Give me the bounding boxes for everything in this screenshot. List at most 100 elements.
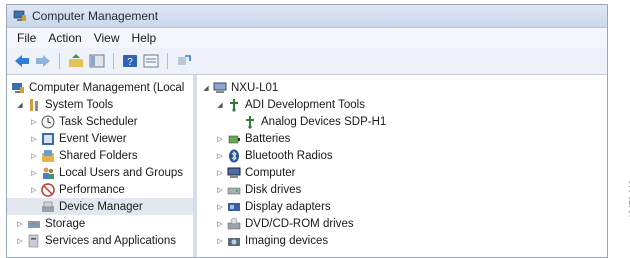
expand-toggle-icon[interactable]: ▷: [29, 152, 39, 160]
device-node-imaging-devices[interactable]: ▷ Imaging devices: [197, 232, 607, 249]
expand-toggle-icon[interactable]: ▷: [29, 186, 39, 194]
device-node-label: DVD/CD-ROM drives: [245, 217, 354, 230]
device-node-computer[interactable]: ▷ Computer: [197, 164, 607, 181]
computer-icon: [213, 81, 227, 95]
help-icon[interactable]: ?: [121, 52, 139, 70]
menu-file[interactable]: File: [11, 31, 42, 45]
tree-item-device-manager[interactable]: Device Manager: [7, 198, 193, 215]
services-icon: [27, 234, 41, 248]
tree-item-label: Storage: [45, 217, 86, 230]
usb-device-icon: [227, 98, 241, 112]
expand-toggle-icon[interactable]: ◢: [215, 101, 225, 109]
tree-item-label: Services and Applications: [45, 234, 177, 247]
tree-item-label: Device Manager: [59, 200, 143, 213]
tree-item-shared-folders[interactable]: ▷ Shared Folders: [7, 147, 193, 164]
toolbar-separator: [113, 53, 114, 69]
device-node-label: Analog Devices SDP-H1: [261, 115, 387, 128]
device-node-analog-devices-sdp-h1[interactable]: Analog Devices SDP-H1: [197, 113, 607, 130]
tree-item-label: Task Scheduler: [59, 115, 138, 128]
tree-item-storage[interactable]: ▷ Storage: [7, 215, 193, 232]
device-node-dvd-cd-rom-drives[interactable]: ▷ DVD/CD-ROM drives: [197, 215, 607, 232]
menu-view[interactable]: View: [88, 31, 126, 45]
display-adapter-icon: [227, 200, 241, 214]
computer-icon: [227, 166, 241, 180]
navigation-pane[interactable]: Computer Management (Local ◢ System Tool…: [7, 75, 197, 257]
tree-item-system-tools[interactable]: ◢ System Tools: [7, 96, 193, 113]
device-manager-icon: [41, 200, 55, 214]
device-tree-pane[interactable]: ◢ NXU-L01 ◢ ADI Development Tools Analog…: [197, 75, 607, 257]
tree-item-label: System Tools: [45, 98, 114, 111]
event-viewer-icon: [41, 132, 55, 146]
tree-item-services-and-applications[interactable]: ▷ Services and Applications: [7, 232, 193, 249]
up-folder-icon[interactable]: [67, 52, 85, 70]
menu-action[interactable]: Action: [42, 31, 87, 45]
storage-icon: [27, 217, 41, 231]
device-node-disk-drives[interactable]: ▷ Disk drives: [197, 181, 607, 198]
expand-toggle-icon[interactable]: ▷: [29, 135, 39, 143]
expand-toggle-icon[interactable]: ◢: [201, 84, 211, 92]
tree-item-task-scheduler[interactable]: ▷ Task Scheduler: [7, 113, 193, 130]
tree-item-label: Event Viewer: [59, 132, 127, 145]
device-node-bluetooth-radios[interactable]: ▷ Bluetooth Radios: [197, 147, 607, 164]
battery-icon: [227, 132, 241, 146]
main-panes: Computer Management (Local ◢ System Tool…: [7, 75, 607, 257]
usb-device-icon: [243, 115, 257, 129]
system-tools-icon: [27, 98, 41, 112]
forward-arrow-icon[interactable]: [34, 52, 52, 70]
computer-management-window: Computer Management File Action View Hel…: [6, 4, 608, 258]
bluetooth-icon: [227, 149, 241, 163]
device-node-label: Imaging devices: [245, 234, 329, 247]
svg-text:?: ?: [127, 57, 133, 68]
back-arrow-icon[interactable]: [13, 52, 31, 70]
tree-item-computer-management[interactable]: Computer Management (Local: [7, 79, 193, 96]
device-node-label: Display adapters: [245, 200, 331, 213]
title-bar[interactable]: Computer Management: [7, 5, 607, 28]
device-node-display-adapters[interactable]: ▷ Display adapters: [197, 198, 607, 215]
expand-toggle-icon[interactable]: ▷: [215, 186, 225, 194]
expand-toggle-icon[interactable]: ▷: [215, 220, 225, 228]
device-node-label: Batteries: [245, 132, 291, 145]
expand-toggle-icon[interactable]: ▷: [215, 203, 225, 211]
expand-toggle-icon[interactable]: ▷: [215, 152, 225, 160]
disk-drive-icon: [227, 183, 241, 197]
properties-icon[interactable]: [142, 52, 160, 70]
tree-item-label: Performance: [59, 183, 125, 196]
toolbar-separator: [167, 53, 168, 69]
tree-item-local-users-and-groups[interactable]: ▷ Local Users and Groups: [7, 164, 193, 181]
device-node-label: NXU-L01: [231, 81, 279, 94]
tree-item-label: Computer Management (Local: [29, 81, 185, 94]
dvd-drive-icon: [227, 217, 241, 231]
users-icon: [41, 166, 55, 180]
expand-toggle-icon[interactable]: ▷: [215, 237, 225, 245]
expand-toggle-icon[interactable]: ▷: [215, 135, 225, 143]
expand-toggle-icon[interactable]: ◢: [15, 101, 25, 109]
device-node-computer-root[interactable]: ◢ NXU-L01: [197, 79, 607, 96]
expand-toggle-icon[interactable]: ▷: [15, 220, 25, 228]
tree-item-label: Local Users and Groups: [59, 166, 184, 179]
device-node-label: Computer: [245, 166, 296, 179]
clock-icon: [41, 115, 55, 129]
refresh-icon[interactable]: [175, 52, 193, 70]
device-node-adi-development-tools[interactable]: ◢ ADI Development Tools: [197, 96, 607, 113]
show-hide-tree-icon[interactable]: [88, 52, 106, 70]
device-node-batteries[interactable]: ▷ Batteries: [197, 130, 607, 147]
toolbar-separator: [59, 53, 60, 69]
computer-management-icon: [13, 9, 27, 23]
expand-toggle-icon[interactable]: ▷: [29, 118, 39, 126]
device-node-label: Disk drives: [245, 183, 302, 196]
device-node-label: ADI Development Tools: [245, 98, 365, 111]
device-tree: ◢ NXU-L01 ◢ ADI Development Tools Analog…: [197, 75, 607, 249]
expand-toggle-icon[interactable]: ▷: [15, 237, 25, 245]
tree-item-performance[interactable]: ▷ Performance: [7, 181, 193, 198]
window-title: Computer Management: [32, 9, 159, 23]
expand-toggle-icon[interactable]: ▷: [29, 169, 39, 177]
tree-item-event-viewer[interactable]: ▷ Event Viewer: [7, 130, 193, 147]
imaging-icon: [227, 234, 241, 248]
computer-management-icon: [11, 81, 25, 95]
menu-help[interactable]: Help: [126, 31, 163, 45]
shared-folders-icon: [41, 149, 55, 163]
console-tree: Computer Management (Local ◢ System Tool…: [7, 75, 193, 249]
expand-toggle-icon[interactable]: ▷: [215, 169, 225, 177]
performance-icon: [41, 182, 55, 197]
device-node-label: Bluetooth Radios: [245, 149, 333, 162]
